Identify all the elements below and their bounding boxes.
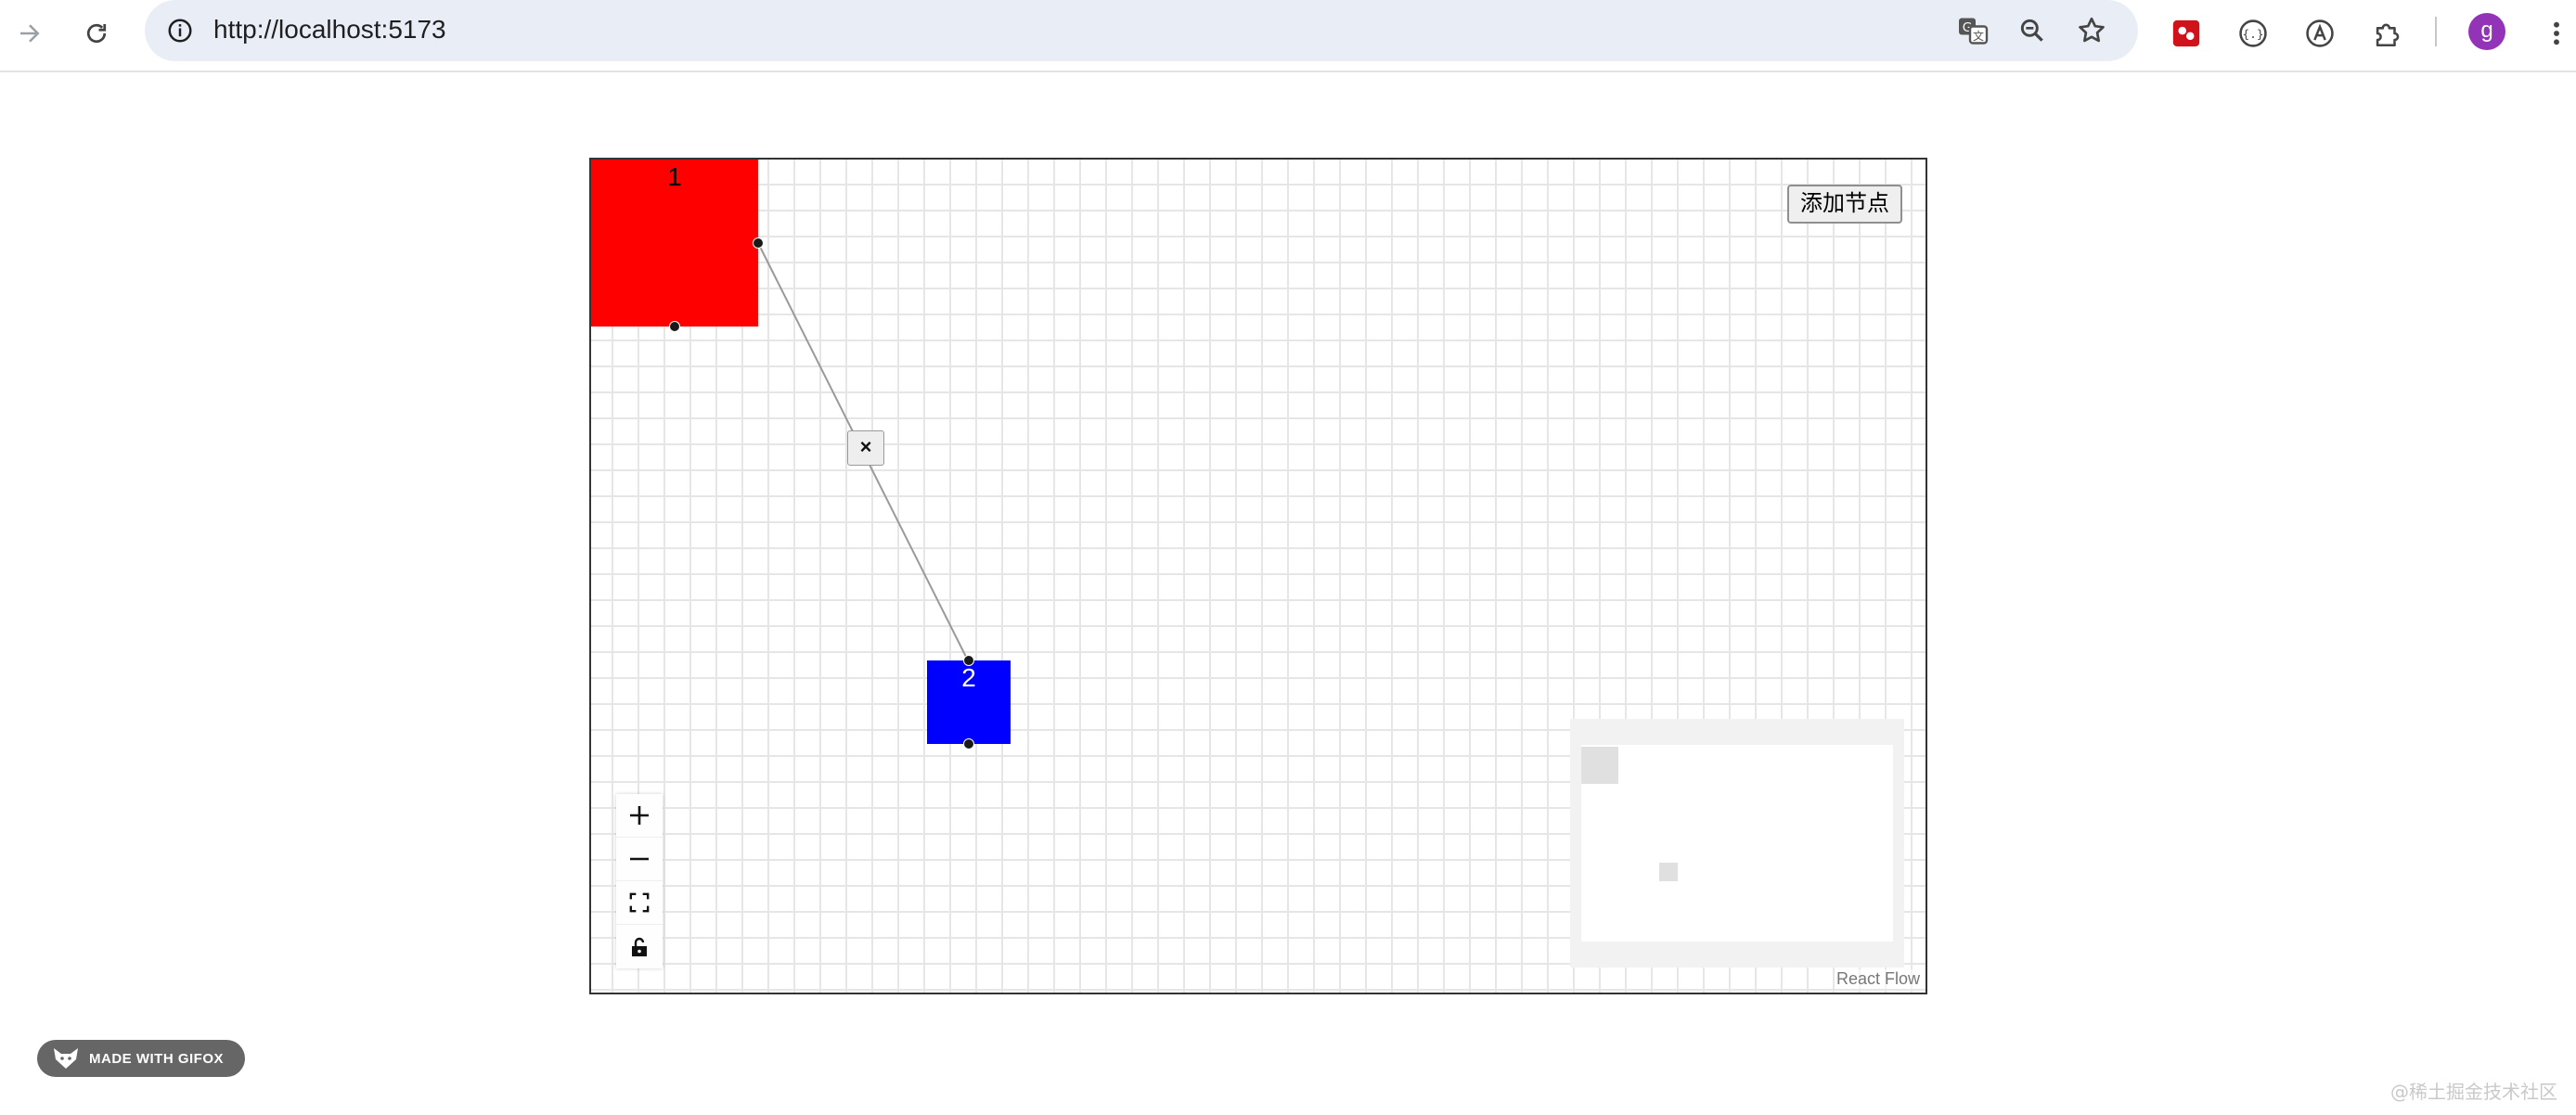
unlock-icon [632,937,647,956]
forward-arrow-icon[interactable] [9,13,50,54]
svg-text:{.}: {.} [2242,28,2263,42]
extensions-puzzle-icon[interactable] [2366,13,2407,54]
site-info-icon[interactable] [160,10,200,51]
extension-a-icon[interactable] [2299,13,2340,54]
fit-view-button[interactable] [616,881,663,925]
plus-icon [630,806,649,825]
flow-node-2[interactable]: 2 [927,655,1011,750]
menu-kebab-icon[interactable] [2543,13,2570,54]
reload-icon[interactable] [76,13,117,54]
node-handle-source[interactable] [753,237,764,249]
node-handle-source[interactable] [669,321,680,332]
zoom-icon[interactable] [2012,10,2053,51]
browser-toolbar: http://localhost:5173 G文 {.} g [0,0,2576,72]
flow-controls [616,794,663,968]
flow-node-1[interactable]: 1 [591,160,764,332]
node-handle-source[interactable] [963,738,974,750]
zoom-in-button[interactable] [616,794,663,838]
minimap-node-1 [1581,747,1618,784]
edge-delete-button[interactable]: × [847,430,884,466]
fox-icon [54,1048,78,1069]
fit-view-icon [629,892,650,913]
url-text[interactable]: http://localhost:5173 [213,13,446,46]
toolbar-divider [2435,17,2437,46]
address-bar[interactable]: http://localhost:5173 G文 [145,0,2138,61]
node-handle-target[interactable] [963,655,974,666]
svg-text:文: 文 [1973,29,1984,43]
zoom-out-button[interactable] [616,838,663,881]
profile-avatar[interactable]: g [2468,13,2505,50]
node-label: 1 [667,162,682,191]
react-flow-attribution[interactable]: React Flow [1834,969,1922,989]
minimap[interactable] [1570,719,1904,968]
minimap-node-2 [1659,863,1678,881]
toggle-interactivity-button[interactable] [616,925,663,968]
watermark: @稀土掘金技术社区 [2390,1081,2557,1103]
minimap-viewport [1581,745,1893,942]
extension-braces-icon[interactable]: {.} [2233,13,2273,54]
flow-canvas[interactable]: 1 2 × 添加节点 React Flow [589,158,1927,994]
extension-red-icon[interactable] [2166,13,2207,54]
add-node-button[interactable]: 添加节点 [1787,185,1902,224]
minus-icon [630,857,649,861]
translate-icon[interactable]: G文 [1952,10,1993,51]
gifox-label: MADE WITH GIFOX [89,1050,224,1067]
gifox-badge: MADE WITH GIFOX [37,1040,245,1077]
bookmark-star-icon[interactable] [2071,10,2112,51]
